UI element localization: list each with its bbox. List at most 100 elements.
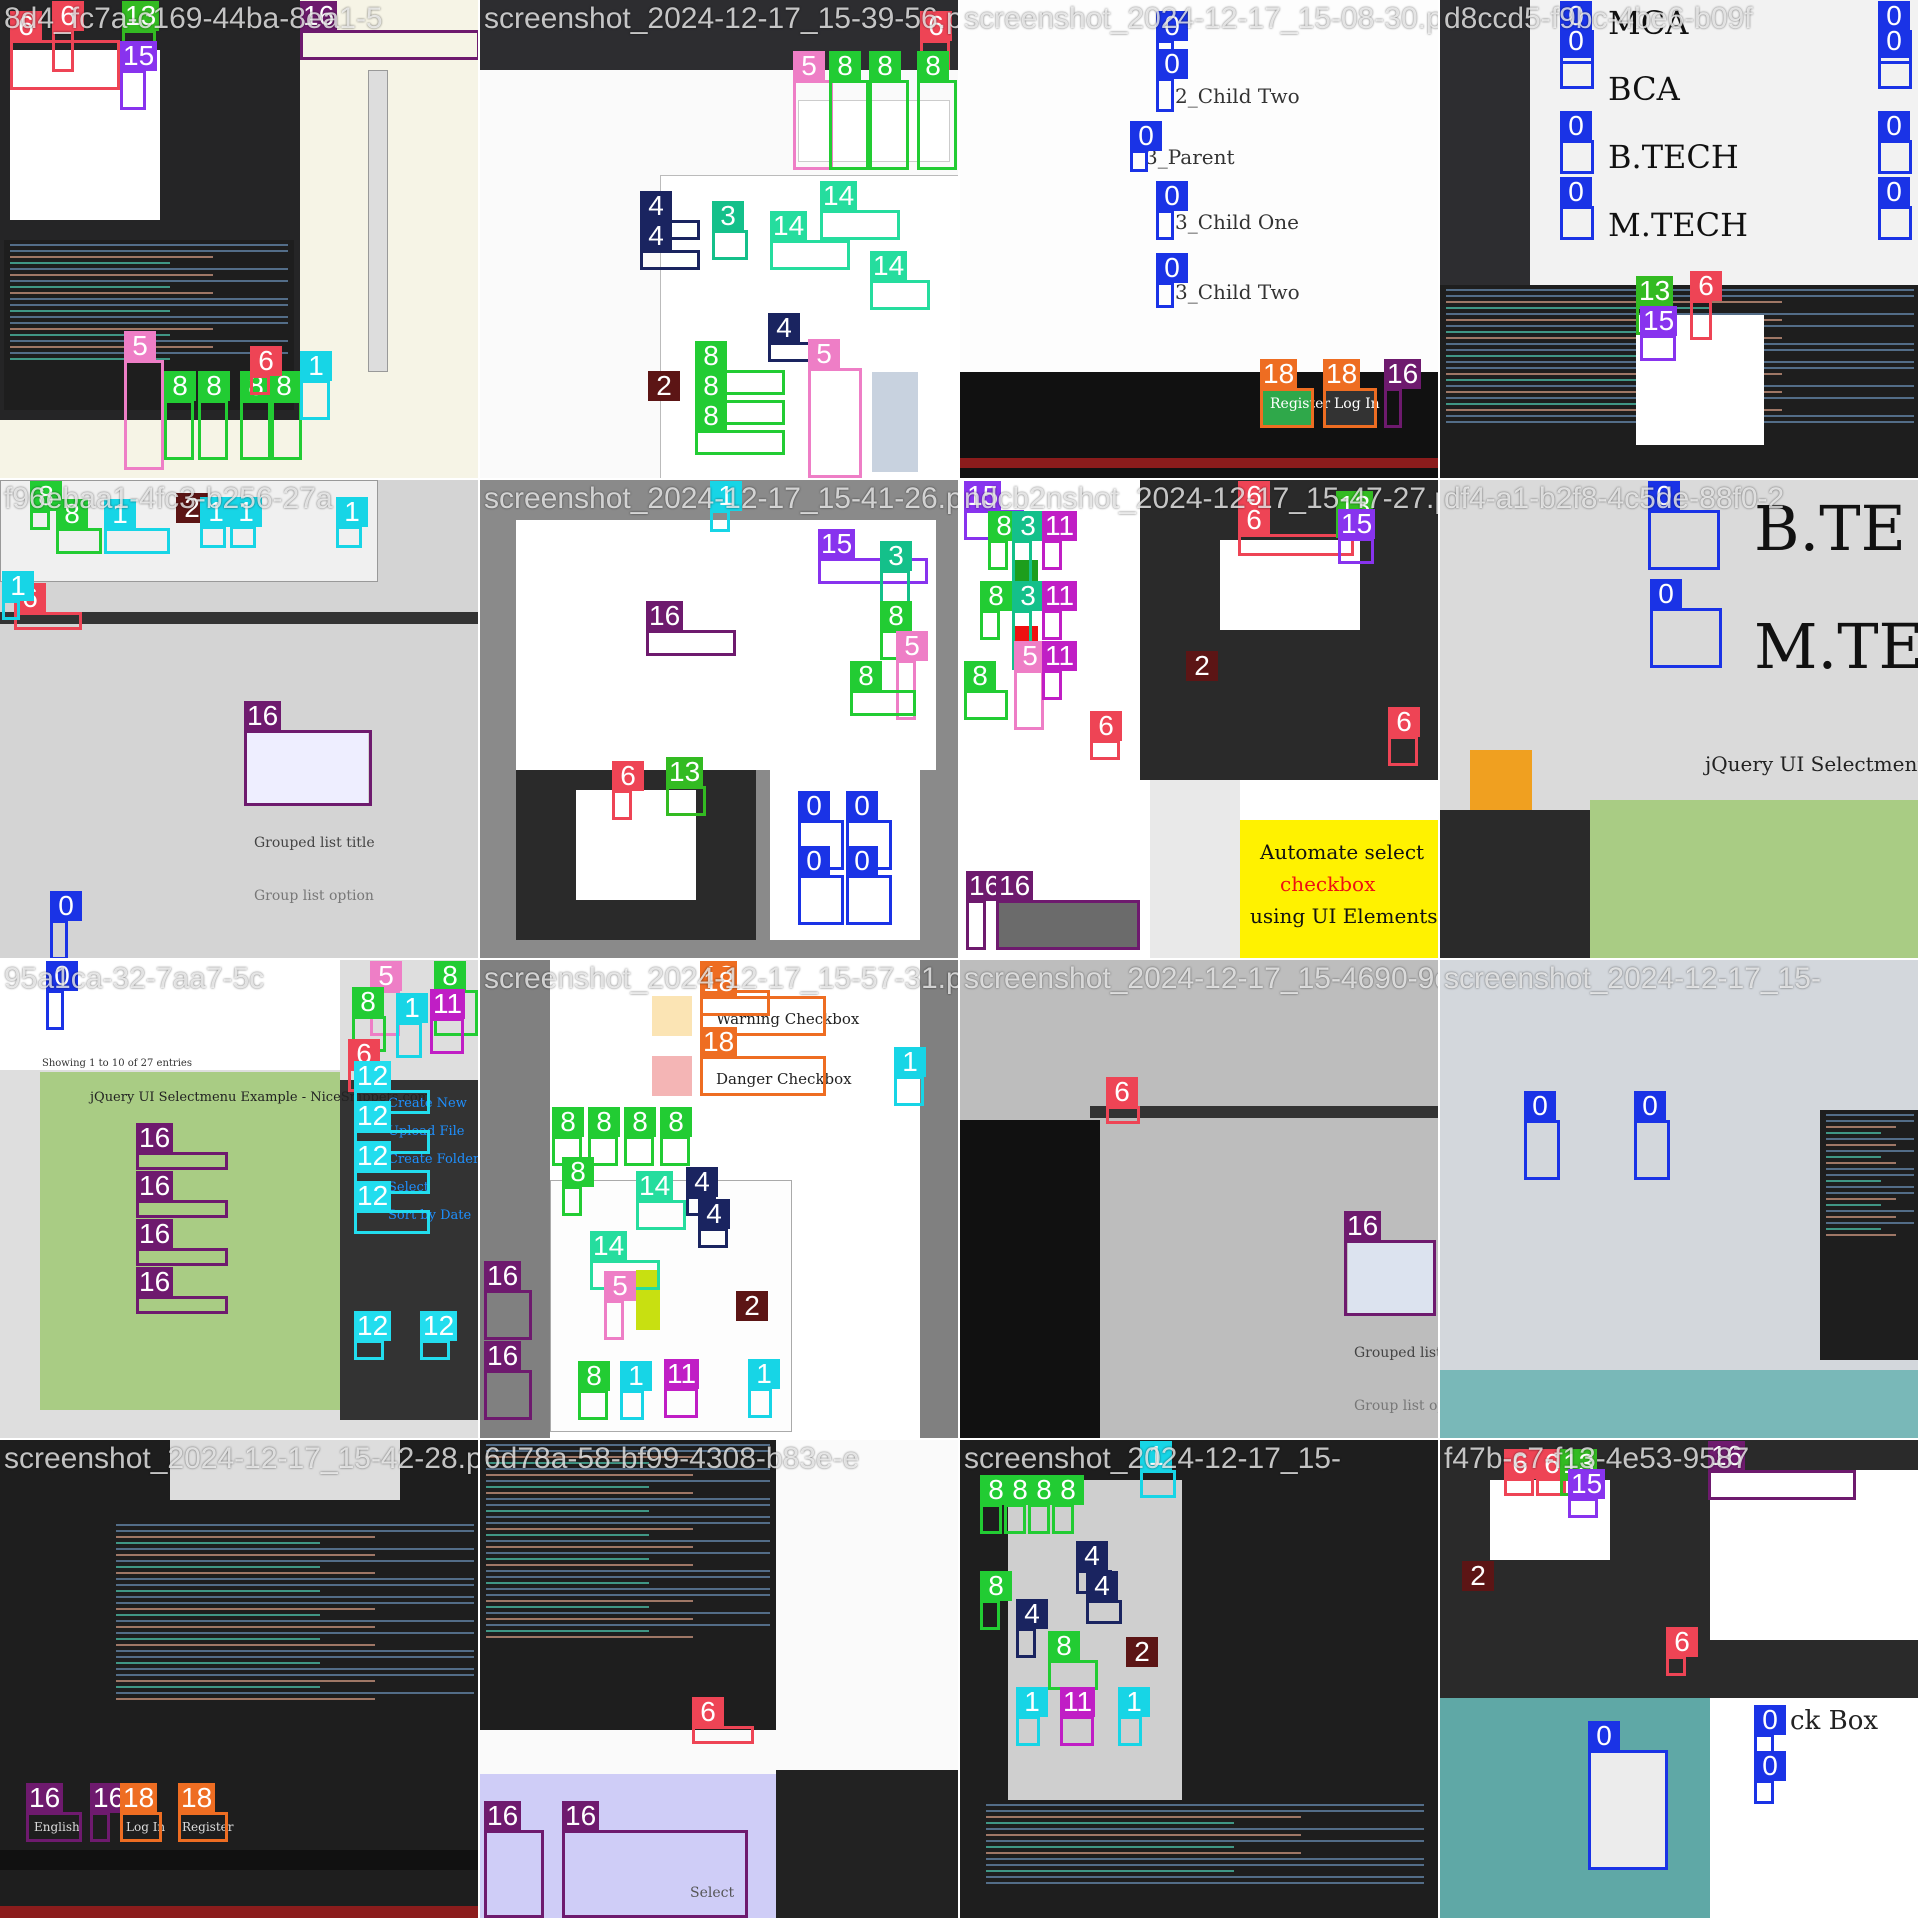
detection-class-label: 11 xyxy=(1060,1687,1096,1717)
detection-box: 4 xyxy=(698,1199,730,1248)
detection-box: 16 xyxy=(484,1261,532,1340)
tile-11: screenshot_2024-12-17_15-4690-9c60-c844e… xyxy=(960,960,1440,1440)
detection-box: 6 xyxy=(1666,1627,1698,1676)
tile-filename: ndcb2nshot_2024-12-17_15-47-27.png xyxy=(964,482,1440,515)
detection-class-label: 1 xyxy=(620,1361,652,1391)
detection-box: 0 xyxy=(1560,111,1594,174)
danger-checkbox-pill[interactable] xyxy=(652,1056,692,1096)
tile-6: screenshot_2024-12-17_15-41-26.png 1 15 3 8 5… xyxy=(480,480,960,960)
detection-box: 2 xyxy=(736,1291,768,1338)
detection-box: 1 xyxy=(230,497,262,548)
detection-class-label: 4 xyxy=(686,1167,718,1197)
detection-class-label: 1 xyxy=(336,497,368,527)
detection-class-label: 16 xyxy=(136,1123,174,1153)
detection-box: 0 xyxy=(1648,481,1720,570)
screen-text: Group list option xyxy=(254,888,374,904)
detection-class-label: 0 xyxy=(1878,111,1910,141)
detection-box: 5 xyxy=(1014,641,1046,730)
detection-box: 8 xyxy=(562,1157,594,1216)
detection-class-label: 8 xyxy=(552,1107,584,1137)
dark-corner xyxy=(776,1770,958,1918)
detection-class-label: 15 xyxy=(818,529,856,559)
detection-box: 6 xyxy=(1388,707,1420,766)
detection-class-label: 18 xyxy=(1260,359,1298,389)
warning-checkbox-pill[interactable] xyxy=(652,996,692,1036)
detection-box: 11 xyxy=(1042,511,1078,570)
detection-box: 2 xyxy=(648,371,680,418)
tile-filename: screenshot_2024-12-17_15- xyxy=(964,1442,1341,1475)
detection-class-label: 0 xyxy=(1878,26,1910,56)
detection-box: 8 xyxy=(578,1361,610,1420)
detection-class-label: 12 xyxy=(420,1311,458,1341)
detection-class-label: 16 xyxy=(996,871,1034,901)
detection-class-label: 16 xyxy=(136,1171,174,1201)
code-listing xyxy=(110,1520,478,1780)
detection-class-label: 11 xyxy=(430,989,466,1019)
detection-box: 8 xyxy=(695,401,785,455)
detection-box: 8 xyxy=(56,499,102,554)
detection-box: 8 xyxy=(198,371,230,460)
detection-box: 0 xyxy=(1156,181,1188,240)
detection-class-label: 18 xyxy=(700,1027,738,1057)
detection-class-label: 6 xyxy=(1388,707,1420,737)
detection-box: 16 xyxy=(136,1267,228,1314)
tile-filename: screenshot_2024-12-17_15-39-56.png xyxy=(484,2,960,35)
detection-class-label: 16 xyxy=(484,1261,522,1291)
detection-box: 0 xyxy=(1560,177,1594,240)
detection-box: 8 xyxy=(660,1107,692,1166)
detection-box: 0 xyxy=(46,961,78,1030)
red-strip xyxy=(0,1906,478,1918)
detection-class-label: 0 xyxy=(1634,1091,1666,1121)
detection-box: 8 xyxy=(917,51,957,170)
tile-16: f47b-c7-f13-4e53-9587 lease select a colo… xyxy=(1440,1440,1920,1920)
scrollbar[interactable] xyxy=(368,70,388,372)
detection-box: 0 xyxy=(1878,26,1912,89)
detection-box: 18 xyxy=(178,1783,228,1842)
detection-box: 8 xyxy=(1052,1475,1084,1534)
detection-box: 16 xyxy=(136,1219,228,1266)
detection-box: 16 xyxy=(484,1341,532,1420)
detection-box: 16 xyxy=(562,1801,748,1918)
detection-class-label: 12 xyxy=(354,1141,392,1171)
detection-class-label: 8 xyxy=(829,51,861,81)
detection-class-label: 8 xyxy=(869,51,901,81)
detection-box: 16 xyxy=(244,701,372,806)
detection-class-label: 1 xyxy=(1016,1687,1048,1717)
screen-text: Grouped list title xyxy=(254,835,375,851)
detection-class-label: 0 xyxy=(798,846,830,876)
detection-class-label: 11 xyxy=(664,1359,700,1389)
detection-class-label: 4 xyxy=(698,1199,730,1229)
detection-class-label: 8 xyxy=(695,341,727,371)
detection-class-label: 8 xyxy=(980,1571,1012,1601)
detection-class-label: 2 xyxy=(1462,1561,1494,1591)
detection-class-label: 16 xyxy=(1344,1211,1382,1241)
presenter-photo xyxy=(1150,780,1240,958)
detection-box: 16 xyxy=(1384,359,1422,428)
detection-class-label: 6 xyxy=(1090,711,1122,741)
detection-class-label: 16 xyxy=(136,1267,174,1297)
detection-class-label: 16 xyxy=(244,701,282,731)
detection-box: 6 xyxy=(692,1697,754,1744)
tile-7: ndcb2nshot_2024-12-17_15-47-27.png Automa… xyxy=(960,480,1440,960)
detection-box: 6 xyxy=(1106,1077,1140,1124)
detection-class-label: 5 xyxy=(808,339,840,369)
screen-text: Create Folder xyxy=(388,1152,480,1167)
tile-filename: screenshot_2024-12-17_15-08-30.png xyxy=(964,2,1440,35)
detection-class-label: 8 xyxy=(660,1107,692,1137)
detection-box: 8 xyxy=(869,51,909,170)
screen-text: B.TECH xyxy=(1608,138,1739,176)
detection-class-label: 6 xyxy=(1666,1627,1698,1657)
tile-5: f96ebaa1-4fc3-b256-27a Grouped list title… xyxy=(0,480,480,960)
detection-box: 5 xyxy=(604,1271,636,1340)
detection-class-label: 0 xyxy=(1156,49,1188,79)
detection-box: 16 xyxy=(136,1123,228,1170)
detection-class-label: 2 xyxy=(1186,651,1218,681)
cartoon-figure-image xyxy=(872,372,918,472)
detection-box: 1 xyxy=(1118,1687,1150,1746)
tile-filename: 95a1ca-32-7aa7-5c xyxy=(4,962,265,995)
ide-pane xyxy=(1440,810,1590,958)
detection-box: 8 xyxy=(980,581,1012,640)
tile-filename: screenshot_2024-12-17_15- xyxy=(1444,962,1821,995)
detection-box: 1 xyxy=(104,499,170,554)
detection-box: 6 xyxy=(612,761,644,820)
